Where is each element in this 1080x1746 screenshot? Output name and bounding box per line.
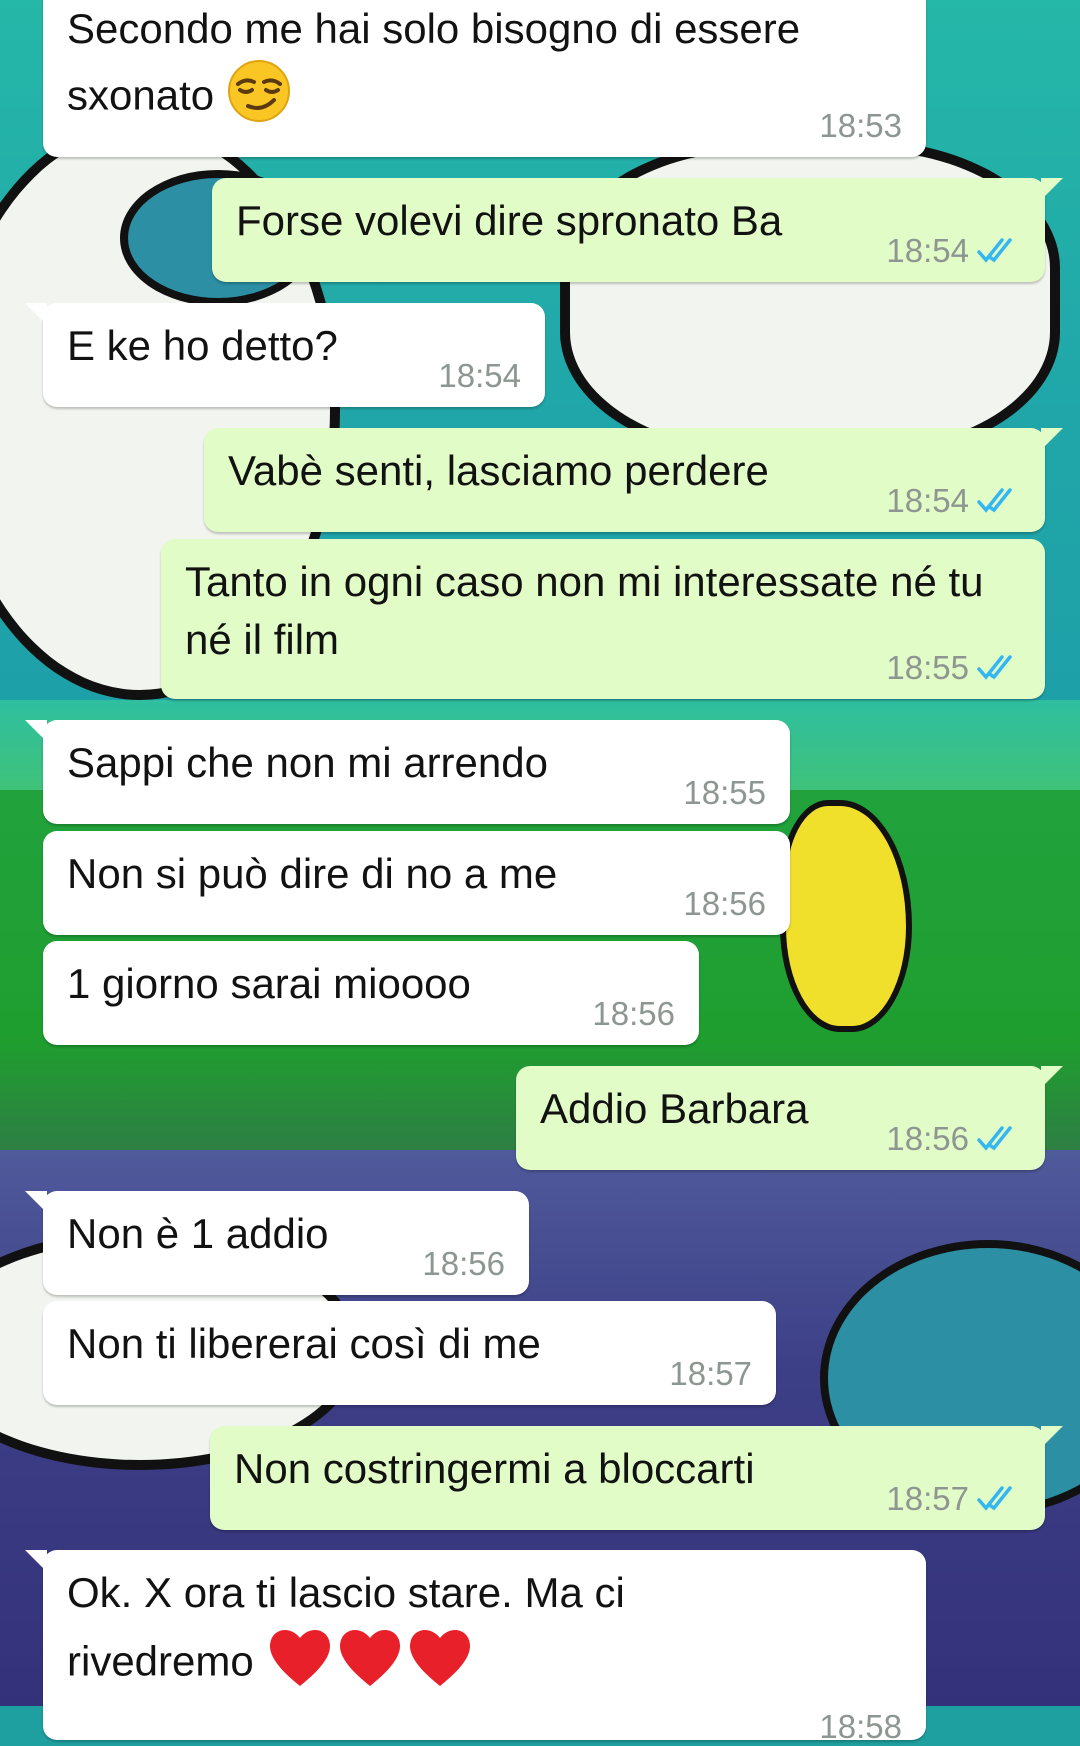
outgoing-message[interactable]: Non costringermi a bloccarti 18:57 xyxy=(210,1426,1063,1530)
message-text: Secondo me hai solo bisogno di essere sx… xyxy=(67,5,801,119)
message-time: 18:55 xyxy=(886,649,969,686)
outgoing-message[interactable]: Forse volevi dire spronato Ba 18:54 xyxy=(212,178,1063,282)
incoming-message[interactable]: 1 giorno sarai mioooo 18:56 xyxy=(43,941,699,1045)
message-time: 18:54 xyxy=(886,482,969,519)
read-ticks-icon xyxy=(977,1126,1021,1152)
smirk-face-icon xyxy=(226,58,292,139)
incoming-message[interactable]: Sappi che non mi arrendo 18:55 xyxy=(25,720,790,824)
message-time: 18:55 xyxy=(683,774,766,811)
message-text: 1 giorno sarai mioooo xyxy=(67,960,471,1007)
read-ticks-icon xyxy=(977,1486,1021,1512)
outgoing-message[interactable]: Vabè senti, lasciamo perdere 18:54 xyxy=(204,428,1063,532)
red-heart-icon xyxy=(265,1622,475,1707)
message-time: 18:57 xyxy=(886,1480,969,1517)
message-time: 18:56 xyxy=(886,1120,969,1157)
incoming-message[interactable]: Non è 1 addio 18:56 xyxy=(25,1191,529,1295)
read-ticks-icon xyxy=(977,238,1021,264)
message-time: 18:56 xyxy=(422,1245,505,1282)
message-time: 18:54 xyxy=(886,232,969,269)
message-text: Non ti libererai così di me xyxy=(67,1320,541,1367)
message-text: Sappi che non mi arrendo xyxy=(67,739,548,786)
message-list[interactable]: Secondo me hai solo bisogno di essere sx… xyxy=(0,0,1080,1745)
message-time: 18:53 xyxy=(819,107,902,144)
read-ticks-icon xyxy=(977,488,1021,514)
outgoing-message[interactable]: Tanto in ogni caso non mi interessate né… xyxy=(161,539,1045,699)
incoming-message[interactable]: Secondo me hai solo bisogno di essere sx… xyxy=(43,0,926,157)
read-ticks-icon xyxy=(977,655,1021,681)
incoming-message[interactable]: Non ti libererai così di me 18:57 xyxy=(43,1301,776,1405)
message-time: 18:56 xyxy=(592,995,675,1032)
outgoing-message[interactable]: Addio Barbara 18:56 xyxy=(516,1066,1063,1170)
message-time: 18:57 xyxy=(669,1355,752,1392)
message-time: 18:54 xyxy=(438,357,521,394)
incoming-message[interactable]: E ke ho detto? 18:54 xyxy=(25,303,545,407)
incoming-message[interactable]: Non si può dire di no a me 18:56 xyxy=(43,831,790,935)
message-text: Non si può dire di no a me xyxy=(67,850,558,897)
message-time: 18:56 xyxy=(683,885,766,922)
message-text: Tanto in ogni caso non mi interessate né… xyxy=(185,558,984,663)
incoming-message[interactable]: Ok. X ora ti lascio stare. Ma ci rivedre… xyxy=(25,1550,926,1745)
message-time: 18:58 xyxy=(819,1708,902,1745)
